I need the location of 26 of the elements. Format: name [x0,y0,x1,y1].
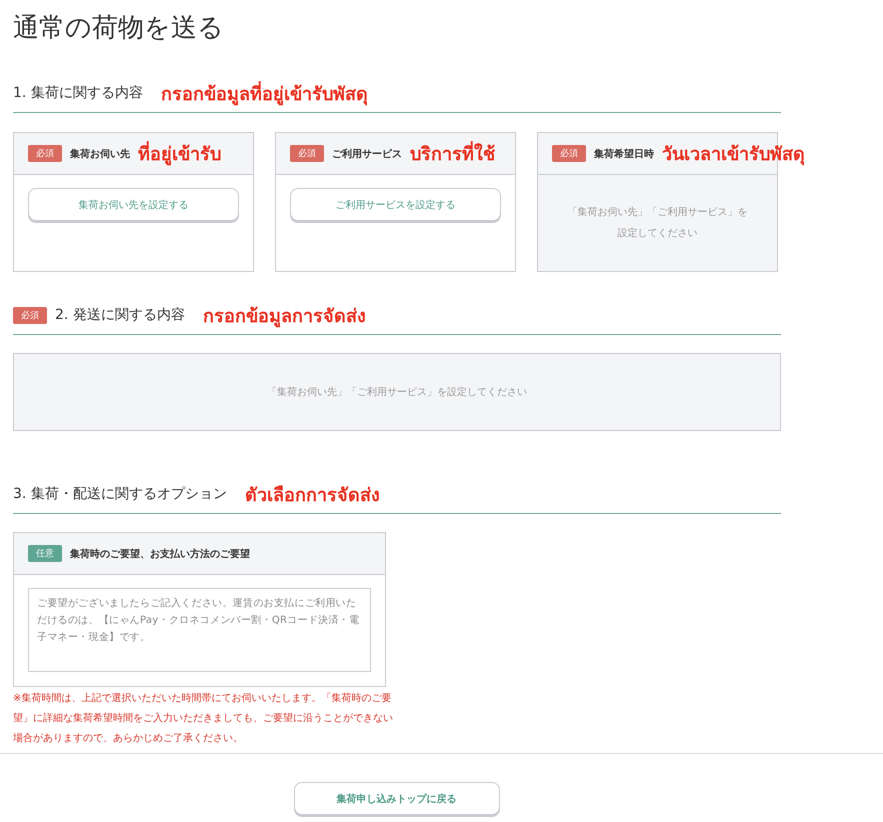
section-heading: 2. 発送に関する内容 [55,306,185,324]
note-text: ※集荷時間は、上記で選択いただいた時間帯にてお伺いいたします。「集荷時のご要望」に詳細な集荷希望時間をご入力いただきましても、ご要望に沿うことができない場合がありますので、あらかじめご了承ください。 [13,692,393,746]
page-title: 通常の荷物を送る [12,12,225,45]
card-title: 集荷希望日時 [594,148,654,160]
required-badge: 必須 [290,145,324,162]
card-title: ご利用サービス [332,148,402,160]
annotation-text: บริการที่ใช้ [410,139,495,168]
card-title: 集荷お伺い先 [70,148,130,160]
card-title: 集荷時のご要望、お支払い方法のご要望 [70,547,250,560]
annotation-text: กรอกข้อมูลที่อยู่เข้ารับพัสดุ [160,78,368,108]
request-field[interactable]: ご要望がございましたらご記入ください。運賃のお支払にご利用いただけるのは、【にゃんPay・クロネコメンバー割・QRコード決済・電子マネー・現金】です。 [28,588,371,672]
set-button[interactable]: ご利用サービスを設定する [290,188,501,221]
annotation-text: วันเวลาเข้ารับพัสดุ [662,143,805,168]
required-badge: 必須 [28,145,62,162]
back-button[interactable]: 集荷申し込みトップに戻る [294,782,500,815]
annotation-text: ตัวเลือกการจัดส่ง [244,484,380,508]
required-badge: 必須 [552,145,586,162]
section-heading: 3. 集荷・配送に関するオプション [13,485,227,503]
annotation-text: ที่อยู่เข้ารับ [138,139,221,168]
optional-badge: 任意 [28,545,62,562]
instruction-text: 「集荷お伺い先」「ご利用サービス」を設定してください [566,206,748,241]
section-heading: 1. 集荷に関する内容 [13,84,143,102]
annotation-text: กรอกข้อมูลการจัดส่ง [202,304,366,330]
instruction-text: 「集荷お伺い先」「ご利用サービス」を設定してください [266,386,528,400]
required-badge: 必須 [13,306,47,324]
set-button[interactable]: 集荷お伺い先を設定する [28,188,239,221]
